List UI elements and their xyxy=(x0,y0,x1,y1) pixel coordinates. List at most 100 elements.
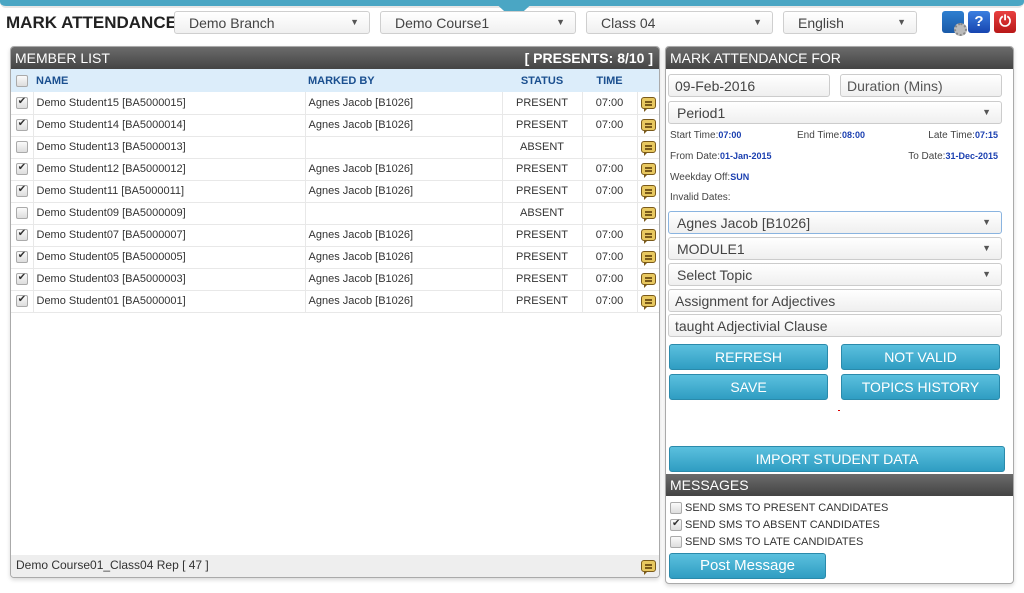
faculty-select[interactable]: Agnes Jacob [B1026] ▼ xyxy=(668,211,1002,234)
refresh-button[interactable]: REFRESH xyxy=(669,344,828,370)
sms-option[interactable]: SEND SMS TO LATE CANDIDATES xyxy=(670,536,864,549)
sms-option[interactable]: SEND SMS TO PRESENT CANDIDATES xyxy=(670,502,888,515)
message-icon[interactable] xyxy=(640,141,656,157)
class-select[interactable]: Class 04 ▼ xyxy=(586,11,773,34)
footer-label: Demo Course01_Class04 Rep [ 47 ] xyxy=(16,558,209,572)
sms-checkbox[interactable] xyxy=(670,536,682,549)
row-checkbox[interactable] xyxy=(15,96,28,109)
row-checkbox[interactable] xyxy=(15,228,28,242)
to-date-info: To Date:31-Dec-2015 xyxy=(908,151,998,162)
column-time[interactable]: TIME xyxy=(582,69,637,92)
column-marked-by[interactable]: MARKED BY xyxy=(305,69,502,92)
attendance-time: 07:00 xyxy=(582,92,638,115)
assignment-value: Assignment for Adjectives xyxy=(675,293,836,309)
message-cell xyxy=(637,202,659,225)
branch-select[interactable]: Demo Branch ▼ xyxy=(174,11,370,34)
table-row[interactable]: Demo Student11 [BA5000011]Agnes Jacob [B… xyxy=(11,180,659,203)
topics-history-button[interactable]: TOPICS HISTORY xyxy=(841,374,1000,400)
student-name: Demo Student11 [BA5000011] xyxy=(33,180,306,203)
row-checkbox-cell xyxy=(11,202,34,225)
save-button[interactable]: SAVE xyxy=(669,374,828,400)
table-row[interactable]: Demo Student12 [BA5000012]Agnes Jacob [B… xyxy=(11,158,659,181)
topic-select[interactable]: Select Topic ▼ xyxy=(668,263,1002,286)
marked-by: Agnes Jacob [B1026] xyxy=(305,268,503,291)
attendance-status: PRESENT xyxy=(502,158,583,181)
course-select[interactable]: Demo Course1 ▼ xyxy=(380,11,576,34)
message-icon[interactable] xyxy=(640,207,656,223)
table-row[interactable]: Demo Student03 [BA5000003]Agnes Jacob [B… xyxy=(11,268,659,291)
row-checkbox[interactable] xyxy=(15,141,28,154)
row-checkbox[interactable] xyxy=(15,272,28,286)
module-select[interactable]: MODULE1 ▼ xyxy=(668,237,1002,260)
message-icon[interactable] xyxy=(640,273,656,289)
settings-icon[interactable] xyxy=(942,11,967,36)
sms-checkbox[interactable] xyxy=(670,502,682,515)
start-time-label: Start Time: xyxy=(670,130,719,141)
message-icon[interactable] xyxy=(640,295,656,311)
messages-header: MESSAGES xyxy=(666,474,1013,496)
not-valid-button[interactable]: NOT VALID xyxy=(841,344,1000,370)
to-date-value: 31-Dec-2015 xyxy=(945,151,998,161)
select-all-checkbox[interactable] xyxy=(16,74,28,87)
end-time-info: End Time:08:00 xyxy=(797,130,865,141)
post-message-button[interactable]: Post Message xyxy=(669,553,826,579)
table-row[interactable]: Demo Student14 [BA5000014]Agnes Jacob [B… xyxy=(11,114,659,137)
row-checkbox[interactable] xyxy=(15,118,28,132)
chevron-down-icon: ▼ xyxy=(982,107,991,117)
column-status[interactable]: STATUS xyxy=(502,69,582,92)
attendance-status: PRESENT xyxy=(502,268,583,291)
table-row[interactable]: Demo Student05 [BA5000005]Agnes Jacob [B… xyxy=(11,246,659,269)
status-indicator xyxy=(838,410,840,411)
message-cell xyxy=(637,246,659,269)
table-row[interactable]: Demo Student01 [BA5000001]Agnes Jacob [B… xyxy=(11,290,659,313)
member-list-header: MEMBER LIST [ PRESENTS: 8/10 ] xyxy=(11,47,659,69)
message-icon[interactable] xyxy=(640,185,656,201)
message-icon[interactable] xyxy=(640,96,656,112)
message-cell xyxy=(637,180,659,203)
period-select[interactable]: Period1 ▼ xyxy=(668,101,1002,124)
marked-by xyxy=(305,136,503,159)
language-select[interactable]: English ▼ xyxy=(783,11,917,34)
row-checkbox[interactable] xyxy=(15,250,28,264)
message-icon[interactable] xyxy=(641,560,656,575)
power-icon[interactable]: ⏻ xyxy=(994,11,1016,33)
message-icon[interactable] xyxy=(640,163,656,179)
table-row[interactable]: Demo Student15 [BA5000015]Agnes Jacob [B… xyxy=(11,92,659,115)
import-student-data-button[interactable]: IMPORT STUDENT DATA xyxy=(669,446,1005,472)
row-checkbox[interactable] xyxy=(15,294,28,308)
message-cell xyxy=(637,136,659,159)
message-cell xyxy=(637,268,659,291)
row-checkbox[interactable] xyxy=(15,207,28,220)
chevron-down-icon: ▼ xyxy=(982,243,991,253)
message-icon[interactable] xyxy=(640,229,656,245)
column-name[interactable]: NAME xyxy=(33,69,305,92)
table-row[interactable]: Demo Student13 [BA5000013] ABSENT xyxy=(11,136,659,159)
message-icon[interactable] xyxy=(640,251,656,267)
help-icon[interactable]: ? xyxy=(968,11,990,33)
weekday-off-value: SUN xyxy=(730,172,750,182)
date-input[interactable]: 09-Feb-2016 xyxy=(668,74,830,97)
row-checkbox-cell xyxy=(11,290,34,313)
assignment-input[interactable]: Assignment for Adjectives xyxy=(668,289,1002,312)
message-icon[interactable] xyxy=(640,119,656,135)
weekday-off-info: Weekday Off:SUN xyxy=(670,172,749,183)
topic-value: Select Topic xyxy=(677,267,753,283)
table-row[interactable]: Demo Student09 [BA5000009] ABSENT xyxy=(11,202,659,225)
faculty-value: Agnes Jacob [B1026] xyxy=(677,215,811,231)
from-date-value: 01-Jan-2015 xyxy=(720,151,772,161)
duration-input[interactable]: Duration (Mins) xyxy=(840,74,1002,97)
marked-by: Agnes Jacob [B1026] xyxy=(305,158,503,181)
module-value: MODULE1 xyxy=(677,241,745,257)
sms-option-label: SEND SMS TO LATE CANDIDATES xyxy=(685,536,864,548)
row-checkbox-cell xyxy=(11,114,34,137)
table-row[interactable]: Demo Student07 [BA5000007]Agnes Jacob [B… xyxy=(11,224,659,247)
sms-option[interactable]: SEND SMS TO ABSENT CANDIDATES xyxy=(670,518,880,532)
sms-checkbox[interactable] xyxy=(670,518,682,532)
attendance-time: 07:00 xyxy=(582,158,638,181)
student-name: Demo Student09 [BA5000009] xyxy=(33,202,306,225)
row-checkbox[interactable] xyxy=(15,184,28,198)
row-checkbox[interactable] xyxy=(15,162,28,176)
attendance-status: PRESENT xyxy=(502,224,583,247)
taught-input[interactable]: taught Adjectivial Clause xyxy=(668,314,1002,337)
marked-by xyxy=(305,202,503,225)
